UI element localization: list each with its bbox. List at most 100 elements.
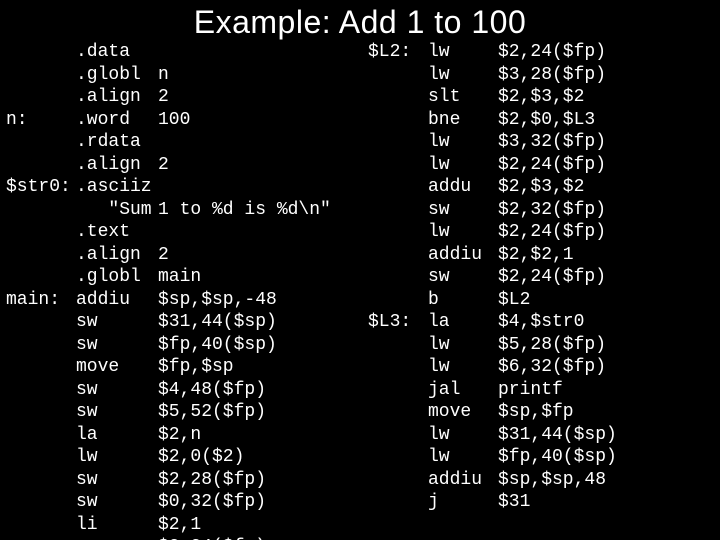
code-cell: sw	[76, 536, 158, 540]
code-cell: lw	[428, 446, 498, 469]
code-cell	[6, 536, 76, 540]
code-cell: .text	[76, 221, 158, 244]
code-cell: addiu	[428, 244, 498, 267]
code-cell: la	[428, 311, 498, 334]
code-cell: addu	[428, 176, 498, 199]
code-cell: n	[158, 64, 368, 87]
code-cell: addiu	[76, 289, 158, 312]
code-cell	[368, 401, 428, 424]
code-cell	[368, 266, 428, 289]
code-cell	[368, 176, 428, 199]
code-cell: bne	[428, 109, 498, 132]
code-cell: lw	[428, 424, 498, 447]
code-cell	[6, 244, 76, 267]
code-cell	[368, 469, 428, 492]
code-cell	[368, 334, 428, 357]
code-cell: $fp,40($sp)	[498, 446, 617, 469]
code-cell	[6, 221, 76, 244]
code-cell: lw	[76, 446, 158, 469]
code-cell: sw	[76, 491, 158, 514]
code-cell	[6, 334, 76, 357]
code-cell	[6, 469, 76, 492]
code-cell: $2,$2,1	[498, 244, 617, 267]
code-cell: "Sum	[76, 199, 158, 222]
code-cell: sw	[428, 266, 498, 289]
code-cell: addiu	[428, 469, 498, 492]
code-cell: sw	[76, 469, 158, 492]
code-cell	[6, 446, 76, 469]
code-cell: $L3:	[368, 311, 428, 334]
code-cell	[6, 86, 76, 109]
code-cell: b	[428, 289, 498, 312]
code-cell	[368, 379, 428, 402]
code-cell: $fp,$sp	[158, 356, 368, 379]
code-cell: .globl	[76, 64, 158, 87]
code-cell: $2,1	[158, 514, 368, 537]
code-cell: $str0:	[6, 176, 76, 199]
code-cell: $2,28($fp)	[158, 469, 368, 492]
code-cell: .data	[76, 41, 158, 64]
code-cell: 2	[158, 154, 368, 177]
code-cell: j	[428, 491, 498, 514]
code-cell	[6, 64, 76, 87]
code-cell	[158, 176, 368, 199]
code-cell: $2,n	[158, 424, 368, 447]
code-cell: $2,$0,$L3	[498, 109, 617, 132]
code-cell: sw	[428, 199, 498, 222]
code-cell	[6, 131, 76, 154]
code-cell: $2,24($fp)	[498, 266, 617, 289]
code-cell	[158, 221, 368, 244]
code-cell: .rdata	[76, 131, 158, 154]
code-cell: .globl	[76, 266, 158, 289]
code-cell: $2,24($fp)	[498, 221, 617, 244]
code-cell: $2,24($fp)	[158, 536, 368, 540]
code-cell	[368, 109, 428, 132]
code-cell: $31,44($sp)	[498, 424, 617, 447]
code-cell	[368, 491, 428, 514]
right-arg-col: $2,24($fp)$3,28($fp)$2,$3,$2$2,$0,$L3$3,…	[498, 41, 617, 540]
code-cell: $3,28($fp)	[498, 64, 617, 87]
code-cell: $sp,$sp,-48	[158, 289, 368, 312]
code-cell	[368, 221, 428, 244]
left-label-col: n: $str0: main:	[6, 41, 76, 540]
code-cell	[158, 131, 368, 154]
code-cell: sw	[76, 379, 158, 402]
code-cell: jal	[428, 379, 498, 402]
code-cell	[368, 199, 428, 222]
code-cell	[6, 266, 76, 289]
code-cell: .align	[76, 154, 158, 177]
code-cell	[6, 311, 76, 334]
code-cell	[6, 491, 76, 514]
code-cell: lw	[428, 64, 498, 87]
code-cell: $sp,$fp	[498, 401, 617, 424]
code-cell: move	[428, 401, 498, 424]
code-cell: $2,$3,$2	[498, 86, 617, 109]
code-cell	[368, 131, 428, 154]
code-cell: $4,$str0	[498, 311, 617, 334]
code-cell: lw	[428, 221, 498, 244]
code-cell: sw	[76, 401, 158, 424]
code-cell	[158, 41, 368, 64]
code-cell: $2,$3,$2	[498, 176, 617, 199]
right-label-col: $L2:$L3:	[368, 41, 428, 540]
code-block: n:$str0:main: .data.globl.align.word.rda…	[0, 41, 720, 540]
code-cell	[6, 379, 76, 402]
code-cell: lw	[428, 334, 498, 357]
code-cell: $3,32($fp)	[498, 131, 617, 154]
code-cell	[6, 401, 76, 424]
code-cell	[368, 154, 428, 177]
code-cell	[368, 86, 428, 109]
code-cell	[6, 424, 76, 447]
code-cell: n:	[6, 109, 76, 132]
code-cell	[6, 199, 76, 222]
code-cell	[368, 64, 428, 87]
code-cell: $sp,$sp,48	[498, 469, 617, 492]
code-cell	[368, 244, 428, 267]
code-cell: $6,32($fp)	[498, 356, 617, 379]
code-cell: main:	[6, 289, 76, 312]
code-cell: $2,24($fp)	[498, 154, 617, 177]
code-cell	[368, 356, 428, 379]
code-cell: lw	[428, 154, 498, 177]
code-cell: $0,32($fp)	[158, 491, 368, 514]
left-arg-col: n210021 to %d is %d\n"2main$sp,$sp,-48$3…	[158, 41, 368, 540]
